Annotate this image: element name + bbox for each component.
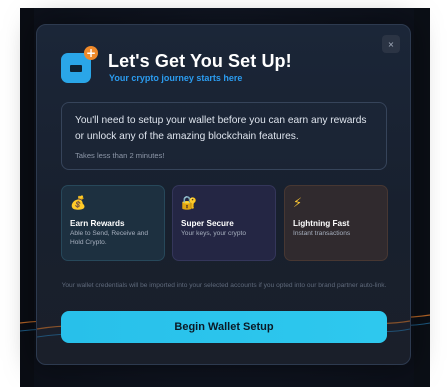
close-icon: ×	[387, 39, 395, 49]
feature-description: Able to Send, Receive and Hold Crypto.	[70, 230, 149, 246]
modal-subtitle: Your crypto journey starts here	[109, 73, 243, 83]
feature-card-lightning-fast: ⚡ Lightning Fast Instant transactions	[284, 185, 388, 261]
plus-badge-icon: +	[84, 46, 98, 60]
wallet-icon	[70, 64, 82, 72]
modal-title: Let's Get You Set Up!	[108, 51, 292, 71]
wallet-setup-modal: × + Let's Get You Set Up! Your crypto jo…	[36, 24, 411, 365]
feature-description: Instant transactions	[293, 230, 351, 237]
begin-wallet-setup-label: Begin Wallet Setup	[174, 321, 274, 333]
feature-title: Earn Rewards	[70, 219, 125, 228]
wallet-logo: +	[61, 46, 98, 83]
info-duration: Takes less than 2 minutes!	[75, 151, 165, 160]
lock-key-icon: 🔐	[181, 196, 198, 211]
feature-card-earn-rewards: 💰 Earn Rewards Able to Send, Receive and…	[61, 185, 165, 261]
info-text: You'll need to setup your wallet before …	[75, 115, 367, 142]
info-box: You'll need to setup your wallet before …	[61, 102, 387, 170]
lightning-icon: ⚡	[293, 196, 303, 211]
feature-title: Super Secure	[181, 219, 234, 228]
money-bag-icon: 💰	[70, 196, 87, 211]
close-button[interactable]: ×	[382, 35, 400, 53]
feature-title: Lightning Fast	[293, 219, 350, 228]
begin-wallet-setup-button[interactable]: Begin Wallet Setup	[61, 311, 387, 343]
feature-description: Your keys, your crypto	[181, 230, 246, 237]
credentials-note: Your wallet credentials will be imported…	[61, 282, 387, 289]
feature-card-super-secure: 🔐 Super Secure Your keys, your crypto	[172, 185, 276, 261]
